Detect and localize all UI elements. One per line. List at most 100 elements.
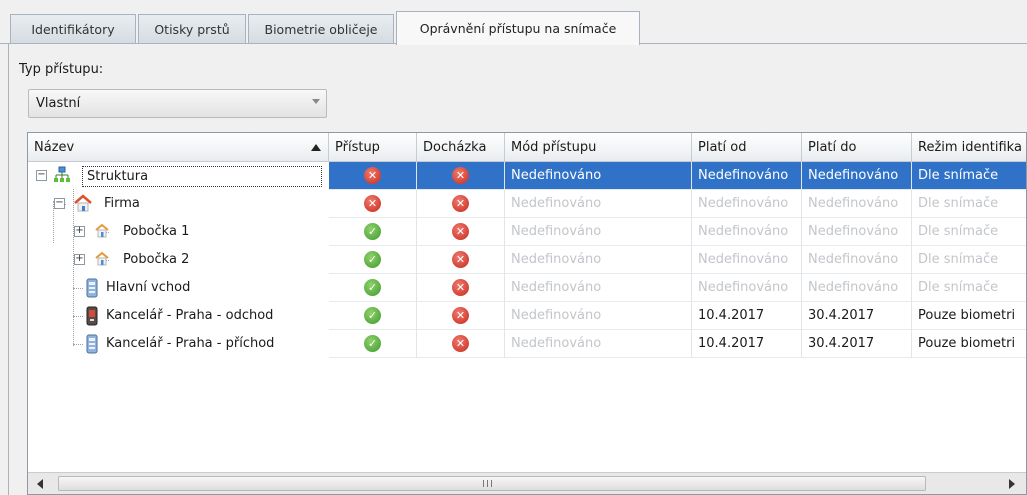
tree-cell: + Pobočka 2	[28, 246, 328, 274]
to-cell[interactable]: 30.4.2017	[802, 302, 912, 330]
deny-icon: ✕	[364, 167, 381, 184]
mode-cell[interactable]: Nedefinováno	[505, 162, 692, 190]
access-cell[interactable]: ✓	[329, 246, 417, 274]
attendance-cell[interactable]: ✕	[417, 218, 505, 246]
node-name[interactable]: Kancelář - Praha - příchod	[102, 334, 278, 355]
regime-cell[interactable]: Dle snímače	[912, 218, 1026, 246]
attendance-cell[interactable]: ✕	[417, 302, 505, 330]
access-type-select[interactable]: Vlastní	[28, 89, 327, 118]
branch-house-icon	[94, 250, 110, 269]
expand-icon[interactable]: +	[74, 254, 85, 265]
tree-cell: Hlavní vchod	[28, 274, 328, 302]
access-cell[interactable]: ✓	[329, 274, 417, 302]
from-cell[interactable]: 10.4.2017	[692, 330, 802, 358]
table-row[interactable]: Kancelář - Praha - příchod ✓ ✕ Nedefinováno…	[28, 330, 1026, 358]
node-name[interactable]: Struktura	[82, 166, 322, 187]
tab-biometrie-obliceje[interactable]: Biometrie obličeje	[248, 14, 394, 44]
mode-cell[interactable]: Nedefinováno	[505, 190, 692, 218]
reader-icon	[85, 334, 99, 357]
column-header-rezim-identifikace[interactable]: Režim identifika	[912, 133, 1026, 162]
table-row[interactable]: Hlavní vchod ✓ ✕ Nedefinováno Nedefinováno Ne…	[28, 274, 1026, 302]
attendance-cell[interactable]: ✕	[417, 246, 505, 274]
attendance-cell[interactable]: ✕	[417, 190, 505, 218]
access-cell[interactable]: ✓	[329, 302, 417, 330]
tab-identifikatory[interactable]: Identifikátory	[10, 14, 136, 44]
column-header-plati-od[interactable]: Platí od	[692, 133, 802, 162]
to-cell[interactable]: Nedefinováno	[802, 190, 912, 218]
tab-opravneni-pristupu[interactable]: Oprávnění přístupu na snímače	[396, 11, 640, 45]
table-row[interactable]: + Pobočka 1 ✓ ✕ Nedefinováno Nedefinováno Nede…	[28, 218, 1026, 246]
regime-cell[interactable]: Dle snímače	[912, 274, 1026, 302]
attendance-cell[interactable]: ✕	[417, 330, 505, 358]
deny-icon: ✕	[452, 335, 469, 352]
column-header-dochazka[interactable]: Docházka	[417, 133, 505, 162]
from-cell[interactable]: Nedefinováno	[692, 218, 802, 246]
node-name[interactable]: Firma	[100, 194, 144, 215]
deny-icon: ✕	[452, 223, 469, 240]
attendance-cell[interactable]: ✕	[417, 274, 505, 302]
from-cell[interactable]: Nedefinováno	[692, 274, 802, 302]
regime-cell[interactable]: Dle snímače	[912, 190, 1026, 218]
access-type-label: Typ přístupu:	[19, 62, 104, 77]
regime-cell[interactable]: Pouze biometri	[912, 302, 1026, 330]
check-icon: ✓	[364, 335, 381, 352]
collapse-icon[interactable]: −	[36, 170, 47, 181]
column-header-label: Název	[34, 140, 75, 155]
chevron-down-icon	[312, 99, 320, 104]
table-row[interactable]: + Pobočka 2 ✓ ✕ Nedefinováno Nedefinováno Nede…	[28, 246, 1026, 274]
access-cell[interactable]: ✓	[329, 218, 417, 246]
regime-cell[interactable]: Pouze biometri	[912, 330, 1026, 358]
to-cell[interactable]: Nedefinováno	[802, 246, 912, 274]
column-header-mod-pristupu[interactable]: Mód přístupu	[505, 133, 692, 162]
to-cell[interactable]: Nedefinováno	[802, 274, 912, 302]
deny-icon: ✕	[452, 279, 469, 296]
expand-icon[interactable]: +	[74, 226, 85, 237]
from-cell[interactable]: 10.4.2017	[692, 302, 802, 330]
regime-cell[interactable]: Dle snímače	[912, 162, 1026, 190]
collapse-icon[interactable]: −	[54, 198, 65, 209]
access-cell[interactable]: ✕	[329, 190, 417, 218]
mode-cell[interactable]: Nedefinováno	[505, 274, 692, 302]
column-header-plati-do[interactable]: Platí do	[802, 133, 912, 162]
node-name[interactable]: Hlavní vchod	[102, 278, 194, 299]
mode-cell[interactable]: Nedefinováno	[505, 218, 692, 246]
access-cell[interactable]: ✕	[329, 162, 417, 190]
mode-cell[interactable]: Nedefinováno	[505, 302, 692, 330]
check-icon: ✓	[364, 251, 381, 268]
scroll-thumb[interactable]	[58, 476, 926, 491]
deny-icon: ✕	[452, 251, 469, 268]
check-icon: ✓	[364, 279, 381, 296]
deny-icon: ✕	[452, 195, 469, 212]
tab-otisky-prstu[interactable]: Otisky prstů	[138, 14, 246, 44]
from-cell[interactable]: Nedefinováno	[692, 162, 802, 190]
node-name[interactable]: Pobočka 2	[119, 250, 193, 271]
mode-cell[interactable]: Nedefinováno	[505, 330, 692, 358]
scroll-right-button[interactable]	[998, 473, 1024, 494]
node-name[interactable]: Kancelář - Praha - odchod	[102, 306, 277, 327]
reader-icon	[85, 278, 99, 301]
table-row[interactable]: − Struktura ✕ ✕ Nedefinováno Nedefinováno Nede…	[28, 162, 1026, 190]
column-header-pristup[interactable]: Přístup	[329, 133, 417, 162]
table-row[interactable]: − Firma ✕ ✕ Nedefinováno Nedefinováno Nedefino…	[28, 190, 1026, 218]
from-cell[interactable]: Nedefinováno	[692, 246, 802, 274]
access-cell[interactable]: ✓	[329, 330, 417, 358]
attendance-cell[interactable]: ✕	[417, 162, 505, 190]
tab-bar: Identifikátory Otisky prstů Biometrie ob…	[0, 0, 1027, 45]
table-row[interactable]: Kancelář - Praha - odchod ✓ ✕ Nedefinováno 1…	[28, 302, 1026, 330]
regime-cell[interactable]: Dle snímače	[912, 246, 1026, 274]
mode-cell[interactable]: Nedefinováno	[505, 246, 692, 274]
branch-house-icon	[94, 222, 110, 241]
node-name[interactable]: Pobočka 1	[119, 222, 193, 243]
from-cell[interactable]: Nedefinováno	[692, 190, 802, 218]
to-cell[interactable]: Nedefinováno	[802, 162, 912, 190]
column-header-nazev[interactable]: Název	[28, 133, 329, 162]
check-icon: ✓	[364, 223, 381, 240]
to-cell[interactable]: 30.4.2017	[802, 330, 912, 358]
tree-cell: − Firma	[28, 190, 328, 218]
grip-icon	[483, 480, 492, 487]
access-type-value: Vlastní	[36, 96, 81, 111]
horizontal-scrollbar[interactable]	[28, 472, 1026, 494]
tree-cell: Kancelář - Praha - příchod	[28, 330, 328, 358]
to-cell[interactable]: Nedefinováno	[802, 218, 912, 246]
scroll-left-button[interactable]	[28, 473, 54, 494]
